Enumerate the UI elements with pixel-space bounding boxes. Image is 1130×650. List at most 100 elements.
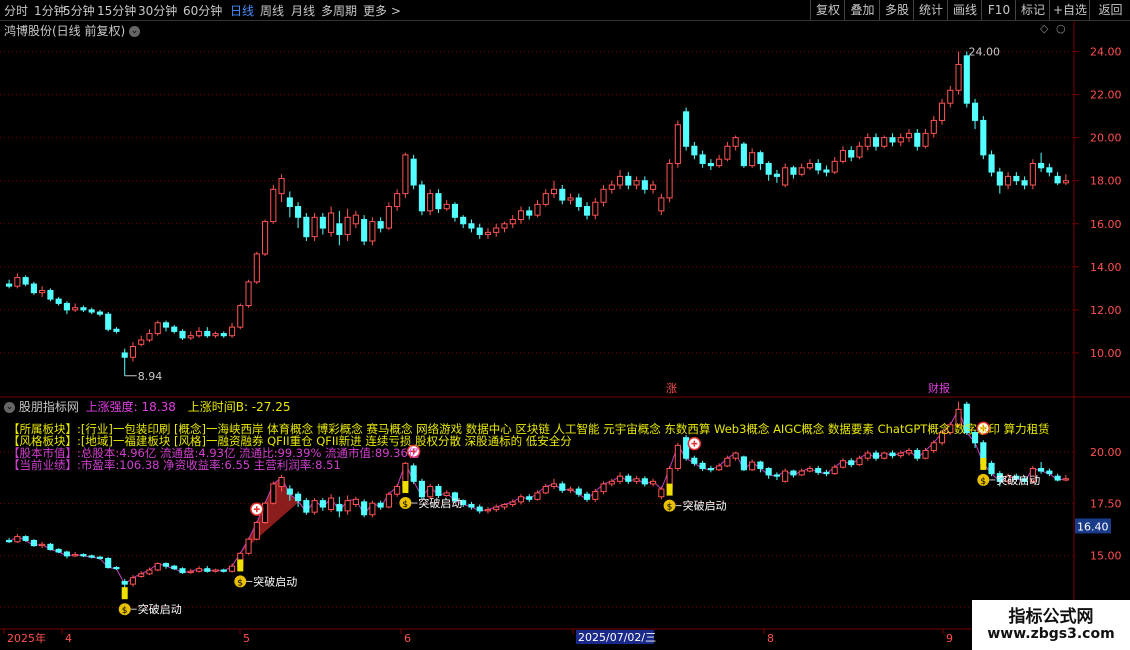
sub-y-tick-label: 17.50	[1090, 498, 1122, 511]
candle-body	[650, 184, 657, 190]
candle-body	[848, 150, 855, 158]
candle-body	[361, 218, 368, 242]
sub-candle-body	[63, 551, 70, 557]
candle-body	[418, 184, 425, 212]
candle-body	[402, 154, 409, 195]
x-tick-label: 8	[767, 632, 774, 645]
sub-candle-body	[261, 502, 269, 523]
candle-body	[782, 167, 789, 186]
candle-body	[204, 330, 211, 337]
sub-candle-body	[394, 485, 401, 495]
candle-body	[947, 89, 954, 104]
sub-candle-body	[328, 497, 335, 511]
candle-body	[815, 162, 822, 171]
sub-candle-body	[30, 539, 37, 547]
marker-caibao: 财报	[928, 381, 950, 395]
candle-body	[658, 197, 665, 212]
x-tick-label: 6	[404, 632, 411, 645]
high-label: 24.00	[969, 46, 1001, 59]
candle-body	[757, 152, 764, 164]
candle-body	[72, 307, 79, 311]
sub-y-tick-label: 15.00	[1090, 549, 1122, 562]
sub-candle-body	[105, 557, 112, 568]
candle-body	[1062, 180, 1069, 184]
candle-body	[237, 305, 244, 328]
moneybag-glyph: $	[980, 477, 986, 487]
sub-candle-body	[443, 492, 450, 496]
sub-candle-body	[352, 498, 359, 505]
candle-body	[435, 193, 442, 210]
candle-body	[344, 216, 351, 236]
candle-body	[319, 216, 326, 229]
sub-candle-body	[14, 536, 21, 543]
candle-body	[88, 309, 95, 313]
sub-candle-body	[47, 543, 54, 550]
sub-candle-body	[509, 501, 516, 505]
sub-candle-body	[319, 500, 326, 508]
candle-body	[707, 162, 714, 167]
candle-body	[278, 178, 285, 195]
info-line-3: 【当前业绩】:市盈率:106.38 净资收益率:6.55 主营利润率:8.51	[8, 457, 1076, 473]
candle-body	[996, 171, 1003, 186]
sub-candle-body	[575, 488, 582, 495]
candle-body	[559, 188, 566, 201]
y-tick-label: 12.00	[1090, 304, 1122, 317]
sub-candle-body	[228, 565, 236, 572]
candle-body	[823, 169, 830, 173]
candle-body	[179, 330, 186, 339]
candle-body	[220, 333, 227, 337]
sub-candle-body	[468, 503, 475, 508]
candle-body	[385, 206, 392, 229]
candle-body	[971, 102, 979, 121]
current-value-label: 16.40	[1077, 520, 1109, 533]
candle-body	[864, 137, 871, 147]
candle-body	[352, 214, 359, 225]
candle-body	[691, 145, 698, 156]
sub-candle-body	[361, 501, 368, 516]
sub-candle-body	[295, 493, 302, 502]
candle-body	[881, 137, 888, 147]
sub-candle-body	[435, 485, 442, 496]
kline-chart[interactable]: 24.00 22.00 20.00 18.00 16.00 14.00 12.00 10.00…	[0, 0, 1130, 650]
candle-body	[427, 193, 434, 212]
sub-candle-body	[567, 488, 574, 491]
sub-candle-body	[286, 488, 293, 495]
sub-candle-body	[113, 566, 120, 570]
candle-body	[550, 188, 558, 195]
candle-body	[930, 119, 937, 134]
candle-body	[625, 175, 632, 186]
candle-body	[980, 119, 987, 156]
candle-body	[377, 221, 384, 229]
sub-candle-body	[204, 568, 211, 572]
x-tick-label: 2025年	[7, 631, 46, 645]
sub-candle-body	[377, 502, 384, 508]
sub-candle-body	[641, 478, 648, 485]
sub-candle-body	[616, 475, 624, 482]
info-text: 市盈率:106.38 净资收益率:6.55 主营利润率:8.51	[80, 458, 341, 472]
candle-body	[790, 167, 797, 175]
sub-candle-body	[72, 554, 79, 557]
candle-body	[583, 206, 591, 216]
candle-body	[765, 162, 772, 175]
sub-candle-body	[484, 509, 492, 512]
y-tick-label: 18.00	[1090, 175, 1122, 188]
candle-body	[171, 326, 178, 332]
y-tick-label: 22.00	[1090, 89, 1122, 102]
sub-candle-body	[6, 539, 13, 543]
moneybag-glyph: $	[237, 578, 243, 588]
x-tick-label: 9	[946, 632, 953, 645]
candle-body	[6, 283, 13, 287]
candle-body	[129, 345, 137, 358]
candle-body	[270, 188, 277, 223]
candle-body	[517, 210, 525, 220]
candle-body	[63, 302, 70, 311]
candle-body	[1005, 175, 1012, 186]
x-tick-label: 5	[243, 632, 250, 645]
candle-body	[798, 167, 805, 175]
candle-body	[105, 313, 112, 330]
sub-candle-body	[344, 500, 351, 512]
marker-zhang: 涨	[666, 382, 677, 395]
candle-body	[509, 218, 516, 225]
candle-body	[484, 231, 492, 236]
sub-candle-body	[278, 476, 285, 487]
